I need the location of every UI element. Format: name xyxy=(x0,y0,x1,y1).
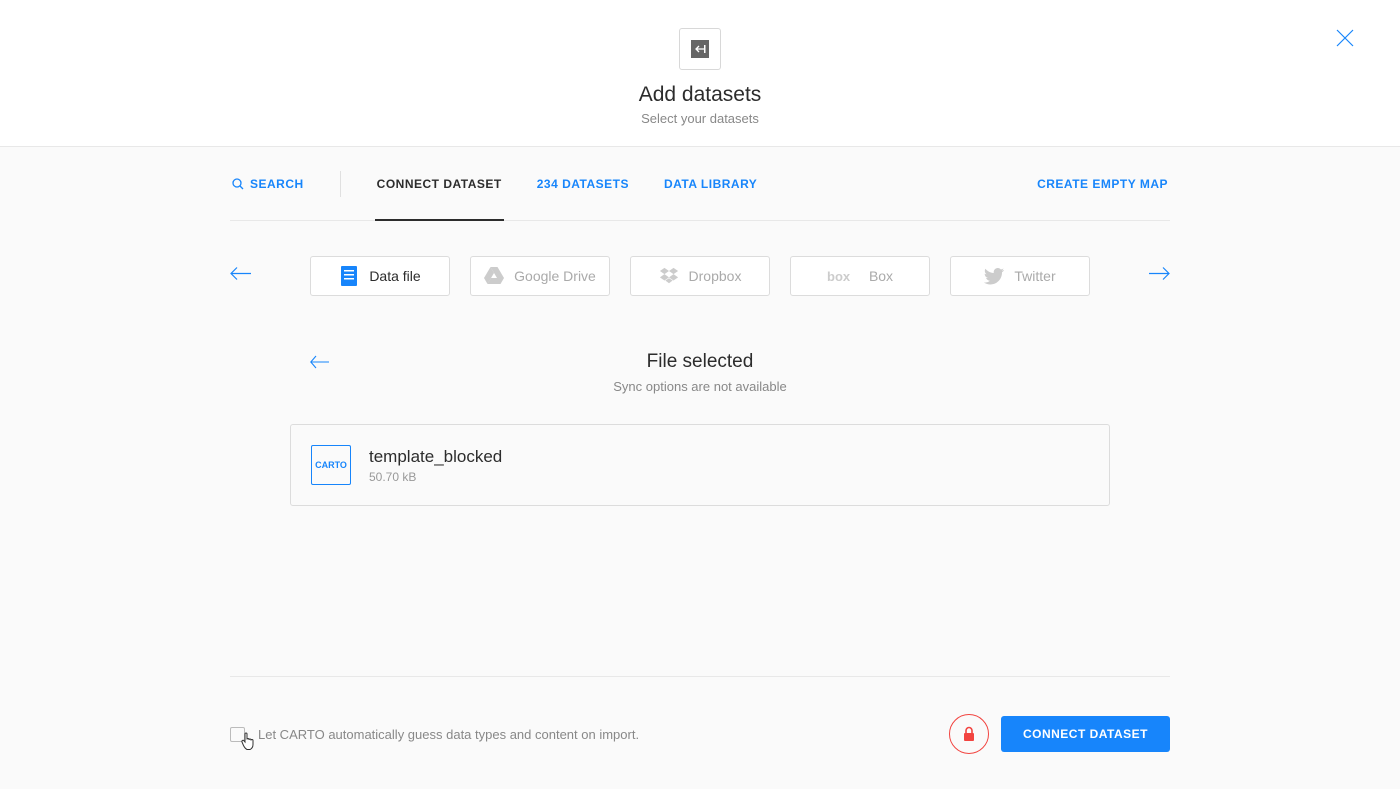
file-section-title: File selected xyxy=(230,351,1170,373)
file-back-button[interactable] xyxy=(310,355,330,374)
source-box-label: Box xyxy=(869,268,893,284)
tab-datasets-count[interactable]: 234 DATASETS xyxy=(535,147,631,220)
tab-search-label: SEARCH xyxy=(250,177,304,191)
lock-icon xyxy=(962,726,976,742)
modal-title: Add datasets xyxy=(0,83,1400,107)
source-twitter[interactable]: Twitter xyxy=(950,256,1090,296)
source-dropbox-label: Dropbox xyxy=(689,268,742,284)
svg-text:box: box xyxy=(827,269,851,284)
arrow-right-icon xyxy=(1148,266,1170,282)
sources-prev[interactable] xyxy=(230,266,252,287)
tab-library-label: DATA LIBRARY xyxy=(664,177,757,191)
tab-connect-label: CONNECT DATASET xyxy=(377,177,502,191)
modal-subtitle: Select your datasets xyxy=(0,111,1400,126)
data-file-icon xyxy=(339,266,359,286)
source-google-drive[interactable]: Google Drive xyxy=(470,256,610,296)
source-box[interactable]: box Box xyxy=(790,256,930,296)
search-icon xyxy=(232,178,244,190)
close-button[interactable] xyxy=(1335,28,1355,48)
file-size: 50.70 kB xyxy=(369,470,502,484)
tab-counts-label: 234 DATASETS xyxy=(537,177,629,191)
file-section: File selected Sync options are not avail… xyxy=(230,351,1170,394)
arrow-left-icon xyxy=(230,266,252,282)
source-data-file[interactable]: Data file xyxy=(310,256,450,296)
tab-search[interactable]: SEARCH xyxy=(230,147,306,220)
file-name: template_blocked xyxy=(369,447,502,467)
dropbox-icon xyxy=(659,266,679,286)
guess-types-checkbox[interactable] xyxy=(230,727,245,742)
source-google-drive-label: Google Drive xyxy=(514,268,596,284)
file-type-badge: CARTO xyxy=(311,445,351,485)
modal-header: Add datasets Select your datasets xyxy=(0,0,1400,147)
tab-data-library[interactable]: DATA LIBRARY xyxy=(662,147,759,220)
footer: Let CARTO automatically guess data types… xyxy=(230,676,1170,754)
arrow-left-icon xyxy=(310,355,330,369)
guess-types-label: Let CARTO automatically guess data types… xyxy=(258,727,639,742)
tab-connect-dataset[interactable]: CONNECT DATASET xyxy=(375,147,504,220)
file-card[interactable]: CARTO template_blocked 50.70 kB xyxy=(290,424,1110,506)
source-data-file-label: Data file xyxy=(369,268,420,284)
tab-divider xyxy=(340,171,341,197)
add-dataset-icon xyxy=(679,28,721,70)
file-section-subtitle: Sync options are not available xyxy=(230,379,1170,394)
close-icon xyxy=(1335,28,1355,48)
privacy-lock-button[interactable] xyxy=(949,714,989,754)
source-twitter-label: Twitter xyxy=(1014,268,1055,284)
twitter-icon xyxy=(984,266,1004,286)
sources-row: Data file Google Drive Dropbox box Box T… xyxy=(230,256,1170,296)
connect-dataset-button[interactable]: CONNECT DATASET xyxy=(1001,716,1170,752)
source-dropbox[interactable]: Dropbox xyxy=(630,256,770,296)
tabs-row: SEARCH CONNECT DATASET 234 DATASETS DATA… xyxy=(230,147,1170,221)
box-icon: box xyxy=(827,266,859,286)
google-drive-icon xyxy=(484,266,504,286)
create-empty-map-link[interactable]: CREATE EMPTY MAP xyxy=(1035,147,1170,220)
create-empty-map-label: CREATE EMPTY MAP xyxy=(1037,177,1168,191)
sources-next[interactable] xyxy=(1148,266,1170,287)
